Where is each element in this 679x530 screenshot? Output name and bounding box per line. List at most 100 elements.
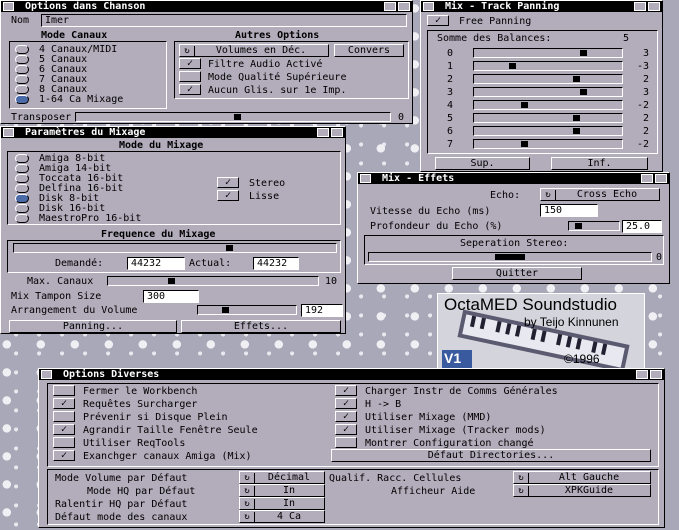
- frequence-title: Frequence du Mixage: [101, 229, 216, 240]
- depth-gadget-icon[interactable]: [655, 174, 667, 183]
- ralentir-cycle[interactable]: ↻ In: [239, 497, 325, 510]
- option-checkbox[interactable]: ✓: [335, 398, 357, 409]
- transposer-slider[interactable]: [75, 112, 391, 122]
- stereo-checkbox[interactable]: ✓: [217, 177, 239, 188]
- arrangement-field[interactable]: 192: [301, 304, 343, 317]
- mode-canaux-radio[interactable]: [15, 45, 29, 54]
- aucun-glis-checkbox[interactable]: ✓: [179, 84, 201, 95]
- defaut-canaux-cycle[interactable]: ↻ 4 Ca: [239, 510, 325, 523]
- close-gadget-icon[interactable]: [3, 128, 14, 137]
- mode-canaux-radio[interactable]: [15, 55, 29, 64]
- diverses-titlebar[interactable]: Options Diverses: [39, 369, 664, 380]
- mode-canaux-radio[interactable]: [15, 85, 29, 94]
- close-gadget-icon[interactable]: [423, 2, 434, 11]
- inf-button[interactable]: Inf.: [551, 157, 648, 170]
- filtre-checkbox[interactable]: ✓: [179, 58, 201, 69]
- option-checkbox[interactable]: [53, 385, 75, 396]
- tampon-field[interactable]: 300: [143, 290, 199, 303]
- slider-knob[interactable]: [509, 63, 516, 69]
- mode-volume-cycle[interactable]: ↻ Décimal: [239, 471, 325, 484]
- depth-gadget-icon[interactable]: [398, 2, 410, 11]
- mode-qualite-checkbox[interactable]: [179, 71, 201, 82]
- slider-knob[interactable]: [521, 141, 528, 147]
- close-gadget-icon[interactable]: [3, 2, 14, 11]
- slider-knob[interactable]: [168, 278, 175, 284]
- option-checkbox[interactable]: [335, 437, 357, 448]
- panning-button[interactable]: Panning...: [9, 320, 177, 333]
- slider-knob[interactable]: [573, 128, 580, 134]
- separation-slider[interactable]: [368, 252, 652, 262]
- zoom-gadget-icon[interactable]: [317, 128, 329, 137]
- track-pan-slider[interactable]: [473, 61, 623, 71]
- depth-gadget-icon[interactable]: [650, 370, 662, 379]
- zoom-gadget-icon[interactable]: [641, 174, 653, 183]
- slider-knob[interactable]: [495, 254, 525, 260]
- slider-knob[interactable]: [226, 245, 233, 251]
- arrangement-slider[interactable]: [197, 305, 297, 315]
- option-checkbox[interactable]: [53, 411, 75, 422]
- depth-gadget-icon[interactable]: [331, 128, 343, 137]
- track-pan-slider[interactable]: [473, 87, 623, 97]
- echo-cycle-button[interactable]: ↻ Cross Echo: [540, 188, 660, 201]
- track-pan-slider[interactable]: [473, 100, 623, 110]
- mixage-mode-radio[interactable]: [15, 174, 29, 183]
- vitesse-field[interactable]: 150: [540, 204, 598, 217]
- slider-knob[interactable]: [575, 223, 582, 229]
- depth-gadget-icon[interactable]: [648, 2, 660, 11]
- demande-field[interactable]: 44232: [127, 257, 185, 270]
- slider-knob[interactable]: [573, 76, 580, 82]
- mode-hq-cycle[interactable]: ↻ In: [239, 484, 325, 497]
- track-pan-slider[interactable]: [473, 74, 623, 84]
- track-pan-slider[interactable]: [473, 126, 623, 136]
- qualif-cycle[interactable]: ↻ Alt Gauche: [513, 471, 651, 484]
- zoom-gadget-icon[interactable]: [384, 2, 396, 11]
- track-pan-slider[interactable]: [473, 48, 623, 58]
- mode-canaux-radio[interactable]: [15, 65, 29, 74]
- profondeur-slider[interactable]: [568, 221, 620, 231]
- option-checkbox[interactable]: ✓: [53, 450, 75, 461]
- option-checkbox[interactable]: ✓: [335, 411, 357, 422]
- option-checkbox[interactable]: ✓: [335, 424, 357, 435]
- mixage-mode-radio[interactable]: [15, 154, 29, 163]
- defaut-directories-button[interactable]: Défaut Directories...: [331, 449, 651, 462]
- zoom-gadget-icon[interactable]: [636, 370, 648, 379]
- close-gadget-icon[interactable]: [360, 174, 371, 183]
- slider-knob[interactable]: [521, 102, 528, 108]
- max-canaux-slider[interactable]: [107, 276, 319, 286]
- profondeur-field[interactable]: 25.0: [622, 220, 662, 233]
- convers-button[interactable]: Convers: [334, 44, 404, 57]
- option-checkbox[interactable]: ✓: [335, 385, 357, 396]
- slider-knob[interactable]: [580, 50, 587, 56]
- slider-knob[interactable]: [573, 115, 580, 121]
- close-gadget-icon[interactable]: [41, 370, 52, 379]
- mixage-mode-radio[interactable]: [15, 214, 29, 223]
- frequence-slider[interactable]: [13, 243, 337, 253]
- volumes-cycle-button[interactable]: ↻ Volumes en Déc.: [179, 44, 329, 57]
- mode-canaux-radio[interactable]: [15, 75, 29, 84]
- slider-knob[interactable]: [222, 307, 229, 313]
- option-checkbox[interactable]: ✓: [53, 398, 75, 409]
- slider-knob[interactable]: [234, 114, 241, 120]
- zoom-gadget-icon[interactable]: [634, 2, 646, 11]
- effets-titlebar[interactable]: Mix - Effets: [358, 173, 669, 184]
- mode-canaux-radio[interactable]: [15, 95, 29, 104]
- panning-titlebar[interactable]: Mix - Track Panning: [421, 1, 662, 12]
- lisse-checkbox[interactable]: ✓: [217, 190, 239, 201]
- song-name-field[interactable]: Imer: [41, 14, 407, 27]
- option-checkbox[interactable]: [53, 437, 75, 448]
- afficheur-cycle[interactable]: ↻ XPKGuide: [513, 484, 651, 497]
- mixage-mode-radio[interactable]: [15, 204, 29, 213]
- slider-knob[interactable]: [580, 89, 587, 95]
- mixage-titlebar[interactable]: Paramètres du Mixage: [1, 127, 345, 138]
- effets-button[interactable]: Effets...: [181, 320, 341, 333]
- option-checkbox[interactable]: ✓: [53, 424, 75, 435]
- mixage-mode-radio[interactable]: [15, 164, 29, 173]
- sup-button[interactable]: Sup.: [435, 157, 530, 170]
- free-panning-checkbox[interactable]: ✓: [427, 15, 449, 26]
- chanson-titlebar[interactable]: Options dans Chanson: [1, 1, 412, 12]
- mixage-mode-radio[interactable]: [15, 184, 29, 193]
- track-pan-slider[interactable]: [473, 113, 623, 123]
- track-pan-slider[interactable]: [473, 139, 623, 149]
- quitter-button[interactable]: Quitter: [452, 267, 582, 280]
- mixage-mode-radio[interactable]: [15, 194, 29, 203]
